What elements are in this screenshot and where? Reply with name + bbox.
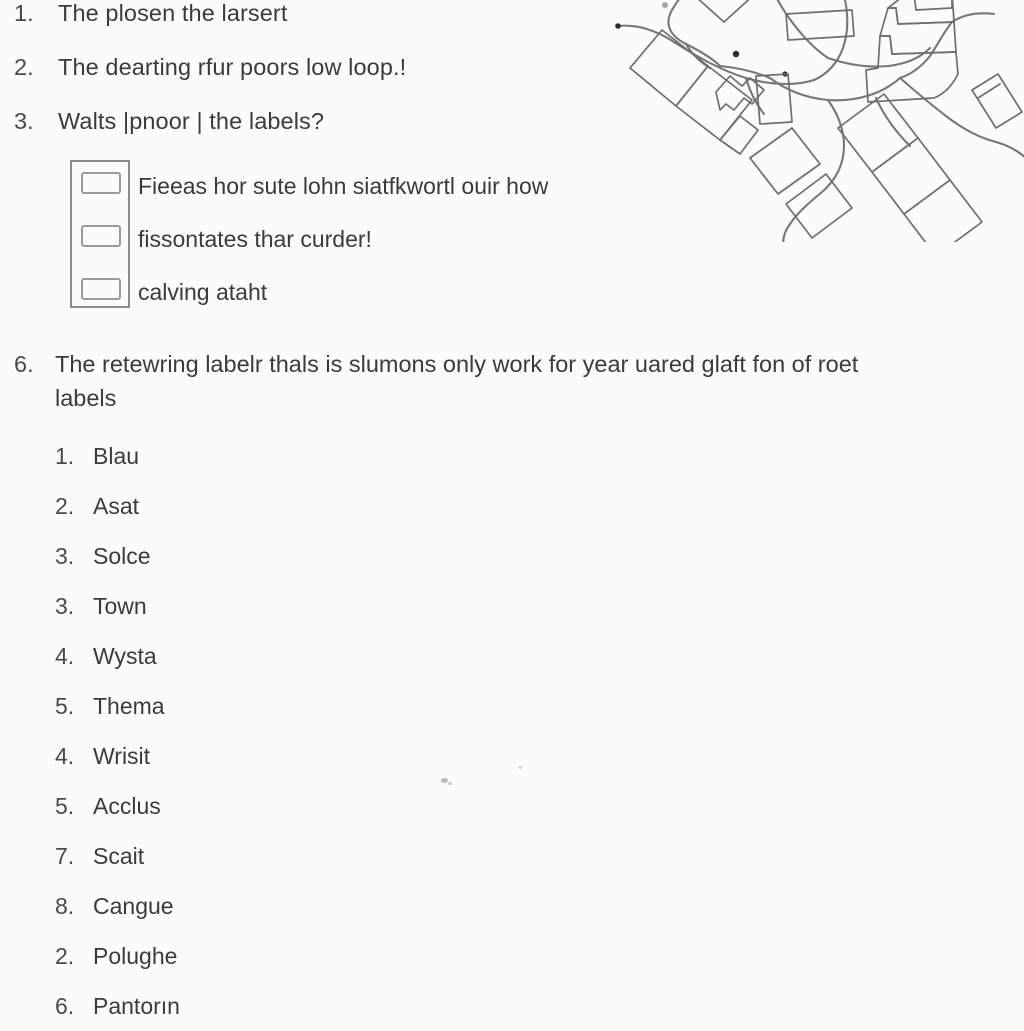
list-item-number: 8. (55, 893, 75, 919)
list-item: 8. Cangue (0, 881, 420, 931)
list-item-label: Asat (93, 493, 140, 519)
list-item-label: Acclus (93, 793, 161, 819)
list-item-number: 7. (55, 843, 75, 869)
question-item: 1. The plosen the larsert (0, 0, 640, 40)
question-number: 2. (14, 54, 34, 80)
scan-speck (441, 778, 448, 783)
list-item-label: Cangue (93, 893, 174, 919)
list-item-label: Thema (93, 693, 165, 719)
checkbox-option-2[interactable] (81, 225, 121, 247)
list-item-label: Wrisit (93, 743, 151, 769)
question-text: The dearting rfur poors low loop.! (58, 54, 407, 80)
paragraph-line-1: The retewring labelr thals is slumons on… (55, 351, 859, 377)
paragraph-number: 6. (14, 351, 34, 377)
list-item-label: Town (93, 593, 147, 619)
list-item: 5. Thema (0, 681, 420, 731)
checkbox-option-3[interactable] (81, 278, 121, 300)
list-item-label: Pantorın (93, 993, 180, 1019)
list-item-number: 4. (55, 743, 75, 769)
list-item: 5. Acclus (0, 781, 420, 831)
list-item-number: 5. (55, 793, 75, 819)
list-item-label: Blau (93, 443, 140, 469)
list-item-number: 5. (55, 693, 75, 719)
paragraph-line-2: labels (55, 385, 117, 411)
map-line-drawing (615, 0, 1024, 242)
checkbox-group-border (70, 160, 130, 308)
list-item-label: Polughe (93, 943, 178, 969)
site-plan-map (600, 0, 1024, 242)
list-item-number: 2. (55, 493, 75, 519)
list-item: 2. Asat (0, 481, 420, 531)
list-item: 3. Solce (0, 531, 420, 581)
list-item-label: Wysta (93, 643, 157, 669)
question-text: Walts |pnoor | the labels? (58, 108, 325, 134)
list-item: 4. Wrisit (0, 731, 420, 781)
sub-numbered-list: 1. Blau 2. Asat 3. Solce 3. Town 4. Wyst… (0, 431, 420, 1031)
list-item: 4. Wysta (0, 631, 420, 681)
list-item-label: Scait (93, 843, 145, 869)
document-page: 1. The plosen the larsert 2. The deartin… (0, 0, 1024, 1024)
question-text: The plosen the larsert (58, 0, 288, 26)
list-item-label: Solce (93, 543, 151, 569)
list-item: 1. Blau (0, 431, 420, 481)
list-item-number: 4. (55, 643, 75, 669)
scan-speck (448, 782, 452, 785)
question-item: 2. The dearting rfur poors low loop.! (0, 40, 640, 94)
scan-speck (518, 766, 523, 769)
question-number: 1. (14, 0, 34, 26)
question-number: 3. (14, 108, 34, 134)
checkbox-option-1[interactable] (81, 172, 121, 194)
list-item-number: 2. (55, 943, 75, 969)
list-item-number: 3. (55, 593, 75, 619)
question-list: 1. The plosen the larsert 2. The deartin… (0, 0, 640, 148)
list-item: 3. Town (0, 581, 420, 631)
checkbox-label: calving ataht (138, 279, 268, 305)
paragraph-body: The retewring labelr thals is slumons on… (55, 347, 1010, 415)
list-item-number: 3. (55, 543, 75, 569)
list-item: 7. Scait (0, 831, 420, 881)
scan-speck (662, 2, 668, 8)
question-item: 3. Walts |pnoor | the labels? (0, 94, 640, 148)
list-item: 2. Polughe (0, 931, 420, 981)
list-item-number: 1. (55, 443, 75, 469)
paragraph-item-6: 6. The retewring labelr thals is slumons… (14, 347, 1010, 415)
